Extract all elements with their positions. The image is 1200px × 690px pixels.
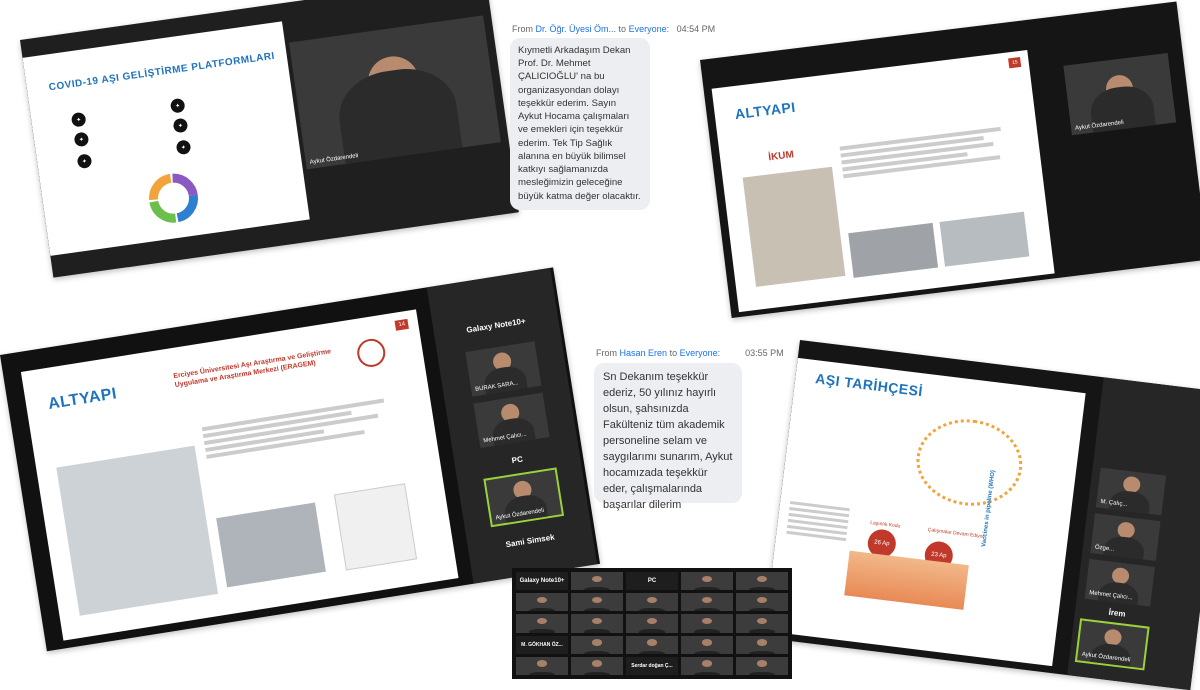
participant-tile[interactable] (736, 593, 788, 612)
center-title: Erciyes Üniversitesi Aşı Araştırma ve Ge… (172, 348, 332, 390)
participant-camera[interactable]: Mehmet Çalıcı... (473, 392, 550, 448)
chat2-recipient[interactable]: Everyone: (680, 348, 721, 358)
timeline-graphic (911, 413, 1028, 512)
chat1-message-bubble: Kıymetli Arkadaşım Dekan Prof. Dr. Mehme… (510, 38, 650, 210)
screenshot-altyapi-ikum: ALTYAPI 15 İKUM Aykut Özdarendeli (700, 1, 1200, 319)
active-speaker-camera[interactable]: Aykut Özdarendeli (483, 467, 564, 528)
participant-tile[interactable] (736, 572, 788, 591)
gallery-label: Serdar doğan Ç... (626, 656, 678, 675)
slide-altyapi-ikum: ALTYAPI 15 İKUM (711, 50, 1055, 313)
slide-bullets (839, 122, 1022, 182)
participant-tile[interactable] (571, 635, 623, 654)
chat1-message-text: Kıymetli Arkadaşım Dekan Prof. Dr. Mehme… (518, 45, 641, 202)
chat1-sender[interactable]: Dr. Öğr. Üyesi Öm... (536, 24, 617, 34)
virus-icon: ✦ (70, 111, 87, 128)
slide-altyapi-eragem: ALTYAPI 14 Erciyes Üniversitesi Aşı Araş… (20, 309, 459, 641)
slide-vaccine-platforms: COVID-19 AŞI GELİŞTİRME PLATFORMLARI ✦ ✦… (22, 21, 310, 256)
slide-title: ALTYAPI (47, 385, 119, 413)
participant-tile[interactable] (736, 635, 788, 654)
participant-device-label: Galaxy Note10+ (465, 316, 527, 335)
participant-tile[interactable] (681, 635, 733, 654)
page-number: 14 (394, 318, 409, 331)
slide-bullets (201, 393, 404, 462)
participant-tile[interactable] (681, 593, 733, 612)
participant-tile[interactable] (736, 614, 788, 633)
certificate-image (333, 483, 418, 571)
lab-photo (848, 222, 939, 278)
screenshot-vaccine-platforms: COVID-19 AŞI GELİŞTİRME PLATFORMLARI ✦ ✦… (20, 0, 519, 278)
lab-photo (939, 211, 1030, 267)
screenshot-asi-tarihcesi: AŞI TARİHÇESİ Laşınlık Kodu Çalışmalar D… (763, 340, 1200, 690)
participant-tile[interactable] (626, 593, 678, 612)
university-logo (355, 336, 388, 369)
participant-camera[interactable]: M. Çalıç... (1095, 467, 1167, 516)
participant-tile[interactable] (681, 572, 733, 591)
participants-panel: M. Çalıç... Özge... Mehmet Çalıcı... İre… (1067, 377, 1200, 690)
participant-tile[interactable] (516, 656, 568, 675)
slide-title: ALTYAPI (733, 98, 797, 123)
chat2-header: From Hasan Eren to Everyone: 03:55 PM (596, 348, 784, 358)
chat1-recipient[interactable]: Everyone: (629, 24, 670, 34)
participant-tile[interactable] (681, 656, 733, 675)
participant-device-label: PC (511, 454, 524, 466)
chat1-header: From Dr. Öğr. Üyesi Öm... to Everyone: 0… (512, 24, 716, 34)
lab-photo (742, 166, 846, 287)
chat1-time: 04:54 PM (676, 24, 716, 34)
participant-tile[interactable] (516, 593, 568, 612)
participant-tile[interactable] (681, 614, 733, 633)
virus-icon: ✦ (175, 139, 192, 156)
active-speaker-camera[interactable]: Aykut Özdarendeli (1074, 618, 1150, 671)
gallery-label: M. GÖKHAN ÖZ... (516, 635, 568, 654)
participants-panel: Galaxy Note10+ BURAK SARA... Mehmet Çalı… (426, 267, 598, 584)
slide-bullets (786, 498, 850, 544)
participant-tile[interactable] (571, 656, 623, 675)
building-photo (56, 445, 219, 616)
slide-asi-tarihcesi: AŞI TARİHÇESİ Laşınlık Kodu Çalışmalar D… (764, 357, 1086, 667)
virus-icon: ✦ (76, 153, 93, 170)
participant-camera[interactable]: Mehmet Çalıcı... (1084, 558, 1155, 607)
gallery-label: PC (626, 572, 678, 591)
participant-tile[interactable] (571, 572, 623, 591)
slide-title: AŞI TARİHÇESİ (814, 370, 924, 400)
participant-camera[interactable]: BURAK SARA... (465, 341, 542, 397)
page-number: 15 (1008, 56, 1022, 69)
participant-tile[interactable] (736, 656, 788, 675)
participant-name-label: İrem (1108, 607, 1127, 619)
slide-title: COVID-19 AŞI GELİŞTİRME PLATFORMLARI (48, 50, 276, 94)
participant-tile[interactable] (626, 614, 678, 633)
participant-name-label: Sami Simsek (505, 532, 556, 550)
chat2-message-text: Sn Dekanım teşekkür ederiz, 50 yılınız h… (603, 371, 733, 511)
camera-name-label: Aykut Özdarendeli (309, 153, 359, 166)
participant-tile[interactable] (571, 614, 623, 633)
meeting-gallery-grid: Galaxy Note10+ PC M. GÖKHAN ÖZ... Serdar… (512, 568, 792, 679)
speaker-camera: Aykut Özdarendeli (1063, 52, 1177, 136)
chat2-message-bubble: Sn Dekanım teşekkür ederiz, 50 yılınız h… (594, 363, 742, 511)
participant-tile[interactable] (516, 614, 568, 633)
lab-photo (216, 502, 326, 588)
org-logo-text: İKUM (767, 149, 795, 164)
chat2-time: 03:55 PM (745, 348, 784, 358)
chat2-sender[interactable]: Hasan Eren (620, 348, 668, 358)
label-a: Laşınlık Kodu (869, 519, 901, 530)
virus-icon: ✦ (73, 131, 90, 148)
participant-camera[interactable]: Özge... (1090, 513, 1161, 561)
virus-icon: ✦ (169, 97, 186, 114)
platform-donut-chart (149, 173, 199, 223)
gallery-label: Galaxy Note10+ (516, 572, 568, 591)
speaker-camera: Aykut Özdarendeli (288, 15, 501, 170)
label-b: Çalışmalar Devam Ediyor (927, 527, 985, 540)
participant-tile[interactable] (571, 593, 623, 612)
virus-icon: ✦ (172, 117, 189, 134)
screenshot-altyapi-eragem: ALTYAPI 14 Erciyes Üniversitesi Aşı Araş… (0, 267, 601, 652)
participant-tile[interactable] (626, 635, 678, 654)
